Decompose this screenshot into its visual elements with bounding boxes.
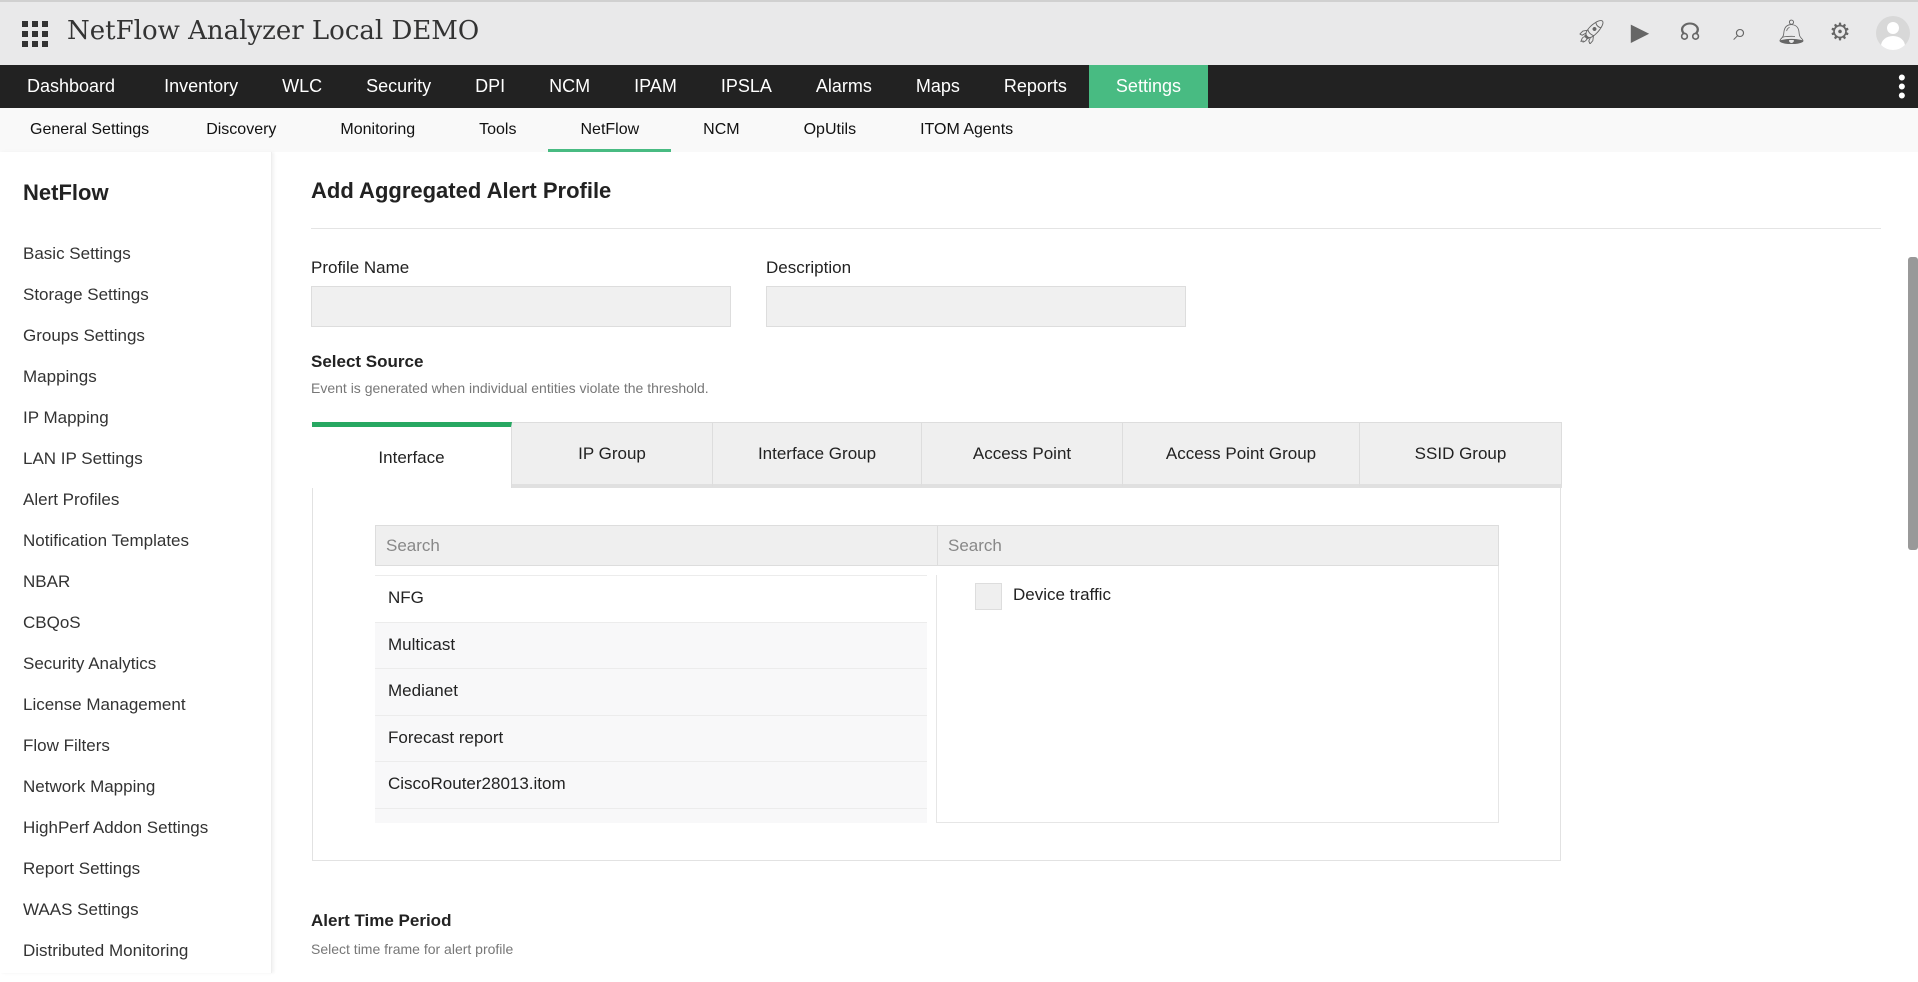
sidebar-item-alert-profiles[interactable]: Alert Profiles xyxy=(23,490,208,531)
main-nav: Dashboard Inventory WLC Security DPI NCM… xyxy=(0,65,1918,108)
sub-nav: General Settings Discovery Monitoring To… xyxy=(0,108,1918,152)
nav-dashboard[interactable]: Dashboard xyxy=(0,65,142,108)
subnav-netflow[interactable]: NetFlow xyxy=(548,108,671,152)
tab-ip-group[interactable]: IP Group xyxy=(512,422,713,488)
list-item[interactable]: Multicast xyxy=(375,621,927,668)
right-search-input[interactable]: Search xyxy=(937,525,1499,566)
nav-ipsla[interactable]: IPSLA xyxy=(699,65,794,108)
source-panel: Interface IP Group Interface Group Acces… xyxy=(312,422,1562,861)
presentation-icon[interactable]: ▶ xyxy=(1626,18,1654,48)
sidebar-title: NetFlow xyxy=(23,180,109,205)
page-scrollbar[interactable] xyxy=(1908,257,1918,550)
headset-icon[interactable]: ☊ xyxy=(1676,18,1704,48)
rocket-icon[interactable]: 🚀︎ xyxy=(1576,18,1606,48)
subnav-general-settings[interactable]: General Settings xyxy=(5,108,174,152)
search-icon[interactable]: ⌕ xyxy=(1726,18,1754,48)
subnav-tools[interactable]: Tools xyxy=(447,108,548,152)
sidebar-item-nbar[interactable]: NBAR xyxy=(23,572,208,613)
subnav-oputils[interactable]: OpUtils xyxy=(772,108,888,152)
sidebar-item-waas-settings[interactable]: WAAS Settings xyxy=(23,900,208,941)
source-list: NFG Multicast Medianet Forecast report Cisco… xyxy=(375,575,937,823)
nav-dpi[interactable]: DPI xyxy=(453,65,527,108)
sidebar-item-highperf-addon-settings[interactable]: HighPerf Addon Settings xyxy=(23,818,208,859)
bell-icon[interactable]: 🔔︎ xyxy=(1776,18,1806,48)
list-item[interactable]: CiscoRouter28013.itom xyxy=(375,761,927,808)
app-grid-icon[interactable] xyxy=(22,21,48,47)
tab-access-point[interactable]: Access Point xyxy=(922,422,1123,488)
nav-reports[interactable]: Reports xyxy=(982,65,1089,108)
sidebar-item-mappings[interactable]: Mappings xyxy=(23,367,208,408)
sidebar-item-flow-filters[interactable]: Flow Filters xyxy=(23,736,208,777)
select-source-title: Select Source xyxy=(311,352,424,371)
subnav-monitoring[interactable]: Monitoring xyxy=(308,108,447,152)
sidebar-item-notification-templates[interactable]: Notification Templates xyxy=(23,531,208,572)
tab-interface-group[interactable]: Interface Group xyxy=(713,422,922,488)
sidebar-item-groups-settings[interactable]: Groups Settings xyxy=(23,326,208,367)
more-menu-icon[interactable]: • • • xyxy=(1898,67,1906,107)
device-traffic-checkbox[interactable] xyxy=(975,583,1002,610)
sidebar-item-network-mapping[interactable]: Network Mapping xyxy=(23,777,208,818)
nav-maps[interactable]: Maps xyxy=(894,65,982,108)
app-title: NetFlow Analyzer Local DEMO xyxy=(67,16,480,46)
profile-name-label: Profile Name xyxy=(311,258,410,277)
divider xyxy=(311,228,1881,229)
list-item[interactable]: Medianet xyxy=(375,668,927,715)
list-item[interactable]: CiscoRouter140.ITOM/QoS/CBQoS/ACL/SP xyxy=(375,807,927,823)
sidebar-item-basic-settings[interactable]: Basic Settings xyxy=(23,244,208,285)
sidebar-item-lan-ip-settings[interactable]: LAN IP Settings xyxy=(23,449,208,490)
tab-access-point-group[interactable]: Access Point Group xyxy=(1123,422,1360,488)
subnav-itom-agents[interactable]: ITOM Agents xyxy=(888,108,1045,152)
sidebar-item-security-analytics[interactable]: Security Analytics xyxy=(23,654,208,695)
description-input[interactable] xyxy=(766,286,1186,327)
subnav-ncm[interactable]: NCM xyxy=(671,108,771,152)
nav-ipam[interactable]: IPAM xyxy=(612,65,699,108)
tab-interface[interactable]: Interface xyxy=(312,422,512,488)
left-search-input[interactable]: Search xyxy=(375,525,938,566)
nav-alarms[interactable]: Alarms xyxy=(794,65,894,108)
app-header: NetFlow Analyzer Local DEMO 🚀︎ ▶ ☊ ⌕ 🔔︎ … xyxy=(0,0,1918,65)
alert-time-title: Alert Time Period xyxy=(311,911,452,930)
selected-pane: Device traffic xyxy=(937,566,1499,823)
sidebar: NetFlow Basic Settings Storage Settings Gr… xyxy=(0,152,272,973)
profile-name-input[interactable] xyxy=(311,286,731,327)
select-source-hint: Event is generated when individual entit… xyxy=(311,380,709,396)
nav-inventory[interactable]: Inventory xyxy=(142,65,260,108)
description-label: Description xyxy=(766,258,852,277)
subnav-discovery[interactable]: Discovery xyxy=(174,108,308,152)
sidebar-item-storage-settings[interactable]: Storage Settings xyxy=(23,285,208,326)
sidebar-item-distributed-monitoring[interactable]: Distributed Monitoring xyxy=(23,941,208,982)
gear-icon[interactable]: ⚙ xyxy=(1826,18,1854,48)
nav-security[interactable]: Security xyxy=(344,65,453,108)
sidebar-item-license-management[interactable]: License Management xyxy=(23,695,208,736)
nav-ncm[interactable]: NCM xyxy=(527,65,612,108)
avatar[interactable] xyxy=(1876,16,1910,50)
page-title: Add Aggregated Alert Profile xyxy=(311,178,612,203)
sidebar-item-cbqos[interactable]: CBQoS xyxy=(23,613,208,654)
sidebar-item-report-settings[interactable]: Report Settings xyxy=(23,859,208,900)
sidebar-item-ip-mapping[interactable]: IP Mapping xyxy=(23,408,208,449)
list-item[interactable]: Forecast report xyxy=(375,714,927,761)
tab-ssid-group[interactable]: SSID Group xyxy=(1360,422,1562,488)
alert-time-hint: Select time frame for alert profile xyxy=(311,941,514,957)
list-item[interactable]: NFG xyxy=(375,575,927,622)
nav-settings[interactable]: Settings xyxy=(1088,65,1208,108)
nav-wlc[interactable]: WLC xyxy=(260,65,344,108)
device-traffic-label: Device traffic xyxy=(1013,585,1111,604)
